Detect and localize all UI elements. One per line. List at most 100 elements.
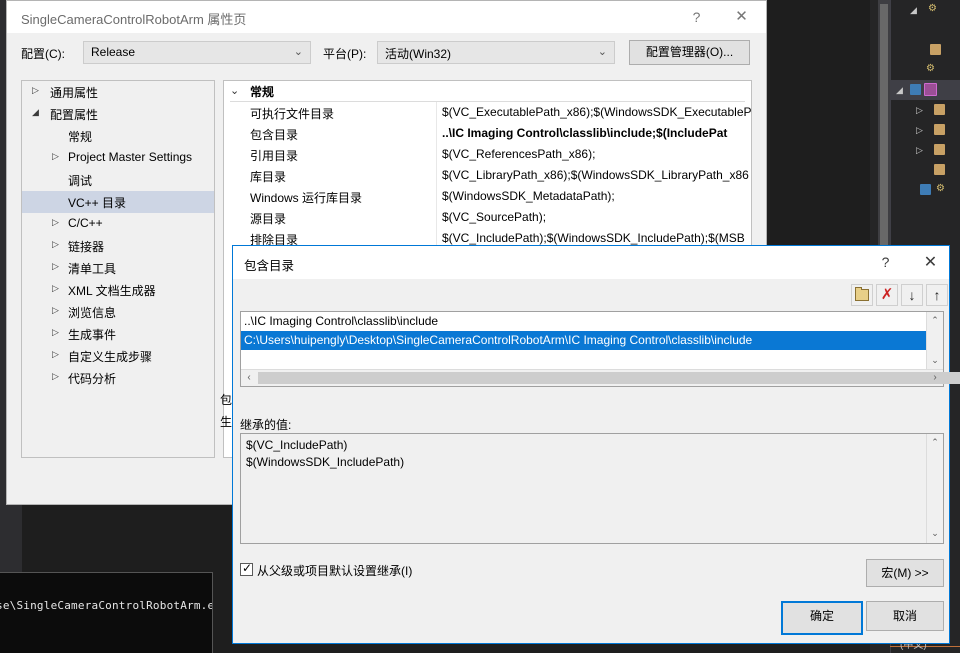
config-row: 配置(C): Release ⌄ 平台(P): 活动(Win32) ⌄ 配置管理… — [7, 33, 766, 73]
cancel-button-label: 取消 — [892, 609, 917, 623]
list-item[interactable]: ..\IC Imaging Control\classlib\include — [241, 312, 927, 331]
scroll-down-icon[interactable]: ⌄ — [927, 525, 943, 541]
listbox-horizontal-scrollbar[interactable]: ‹ › — [241, 369, 960, 386]
occluded-label-1: 包 — [220, 393, 233, 407]
list-item-selected[interactable]: C:\Users\huipengly\Desktop\SingleCameraC… — [241, 331, 927, 350]
tree-item-13[interactable]: ▷ 代码分析 — [22, 367, 214, 389]
property-value[interactable]: ..\IC Imaging Control\classlib\include;$… — [442, 126, 727, 140]
platform-label: 平台(P): — [323, 47, 367, 61]
scroll-right-icon[interactable]: › — [927, 370, 943, 386]
chevron-right-icon: ▷ — [52, 371, 59, 381]
hscroll-thumb[interactable] — [258, 372, 960, 384]
inherited-scrollbar[interactable]: ⌃ ⌄ — [926, 434, 943, 543]
chevron-right-icon: ▷ — [52, 327, 59, 337]
dialog-titlebar[interactable]: 包含目录 ? ✕ — [233, 246, 949, 279]
folder-icon — [930, 44, 941, 55]
console-output-line: se\SingleCameraControlRobotArm.exe — [0, 599, 213, 612]
tree-row[interactable]: ⚙ — [890, 60, 960, 80]
tree-item-10[interactable]: ▷ 浏览信息 — [22, 301, 214, 323]
property-value[interactable]: $(VC_ExecutablePath_x86);$(WindowsSDK_Ex… — [442, 105, 751, 119]
property-value[interactable]: $(VC_IncludePath);$(WindowsSDK_IncludePa… — [442, 231, 745, 245]
config-select[interactable]: Release ⌄ — [83, 41, 311, 64]
tree-item-label: 生成事件 — [68, 328, 117, 342]
folder-icon — [934, 144, 945, 155]
tree-row-selected[interactable]: ◢ — [890, 80, 960, 100]
tree-item-2[interactable]: 常规 — [22, 125, 214, 147]
property-value[interactable]: $(VC_ReferencesPath_x86); — [442, 147, 595, 161]
property-tree[interactable]: ▷ 通用属性 ◢ 配置属性 常规 ▷ Project Master Settin… — [21, 80, 215, 458]
tree-row[interactable]: ⚙ — [890, 180, 960, 200]
config-manager-button[interactable]: 配置管理器(O)... — [629, 40, 750, 65]
property-value[interactable]: $(VC_LibraryPath_x86);$(WindowsSDK_Libra… — [442, 168, 749, 182]
tree-row[interactable]: ◢ ⚙ — [890, 0, 960, 20]
tree-row[interactable]: ▷ — [890, 140, 960, 160]
property-group-header[interactable]: ⌄ 常规 — [224, 81, 751, 102]
tree-item-1[interactable]: ◢ 配置属性 — [22, 103, 214, 125]
divider — [436, 165, 437, 186]
tree-item-0[interactable]: ▷ 通用属性 — [22, 81, 214, 103]
listbox-vertical-scrollbar[interactable]: ⌃ ⌄ — [926, 312, 943, 369]
macros-button[interactable]: 宏(M) >> — [866, 559, 944, 587]
delete-button[interactable]: ✗ — [876, 284, 898, 306]
ok-button-label: 确定 — [809, 609, 834, 623]
folder-icon — [934, 164, 945, 175]
move-up-button[interactable]: ↑ — [926, 284, 948, 306]
ok-button[interactable]: 确定 — [781, 601, 863, 635]
checkmark-icon: ✓ — [242, 561, 253, 575]
tree-row[interactable]: ▷ — [890, 100, 960, 120]
chevron-down-icon: ⌄ — [293, 46, 303, 58]
dialog-title: 包含目录 — [244, 259, 295, 273]
tree-row[interactable] — [890, 20, 960, 40]
help-icon[interactable]: ? — [863, 246, 908, 279]
chevron-right-icon: ▷ — [52, 151, 59, 161]
directories-listbox[interactable]: ..\IC Imaging Control\classlib\include C… — [240, 311, 960, 387]
property-value[interactable]: $(VC_SourcePath); — [442, 210, 546, 224]
platform-select[interactable]: 活动(Win32) ⌄ — [377, 41, 615, 64]
scroll-left-icon[interactable]: ‹ — [241, 370, 257, 386]
config-label: 配置(C): — [21, 47, 65, 61]
tree-item-label: 常规 — [68, 130, 93, 144]
scroll-down-icon[interactable]: ⌄ — [927, 352, 943, 368]
inherited-values-label: 继承的值: — [240, 418, 292, 432]
property-row-0[interactable]: 可执行文件目录 $(VC_ExecutablePath_x86);$(Windo… — [224, 102, 751, 123]
property-value[interactable]: $(WindowsSDK_MetadataPath); — [442, 189, 615, 203]
tree-item-vcpp-directories[interactable]: VC++ 目录 — [22, 191, 214, 213]
tree-row[interactable] — [890, 40, 960, 60]
property-row-2[interactable]: 引用目录 $(VC_ReferencesPath_x86); — [224, 144, 751, 165]
tree-item-12[interactable]: ▷ 自定义生成步骤 — [22, 345, 214, 367]
tree-item-8[interactable]: ▷ 清单工具 — [22, 257, 214, 279]
property-row-5[interactable]: 源目录 $(VC_SourcePath); — [224, 207, 751, 228]
chevron-right-icon: ▷ — [52, 239, 59, 249]
property-row-include-directories[interactable]: 包含目录 ..\IC Imaging Control\classlib\incl… — [224, 123, 751, 144]
chevron-right-icon: ▷ — [52, 217, 59, 227]
tree-item-11[interactable]: ▷ 生成事件 — [22, 323, 214, 345]
inherit-checkbox-label: 从父级或项目默认设置继承(I) — [257, 564, 413, 578]
close-icon[interactable]: ✕ — [719, 1, 764, 33]
tree-item-label: 浏览信息 — [68, 306, 117, 320]
property-pages-titlebar[interactable]: SingleCameraControlRobotArm 属性页 ? ✕ — [7, 1, 766, 33]
scroll-up-icon[interactable]: ⌃ — [927, 434, 943, 450]
help-icon[interactable]: ? — [674, 1, 719, 33]
tree-item-9[interactable]: ▷ XML 文档生成器 — [22, 279, 214, 301]
tree-item-4[interactable]: 调试 — [22, 169, 214, 191]
class-icon — [924, 83, 937, 96]
property-row-4[interactable]: Windows 运行库目录 $(WindowsSDK_MetadataPath)… — [224, 186, 751, 207]
new-folder-button[interactable] — [851, 284, 873, 306]
tree-row[interactable]: ▷ — [890, 120, 960, 140]
tree-item-label: 清单工具 — [68, 262, 117, 276]
cancel-button[interactable]: 取消 — [866, 601, 944, 631]
property-row-3[interactable]: 库目录 $(VC_LibraryPath_x86);$(WindowsSDK_L… — [224, 165, 751, 186]
tree-item-label: 配置属性 — [50, 108, 99, 122]
tree-row[interactable] — [890, 160, 960, 180]
console-window[interactable]: se\SingleCameraControlRobotArm.exe — [0, 572, 213, 653]
inherit-checkbox[interactable]: ✓ — [240, 561, 253, 576]
scroll-up-icon[interactable]: ⌃ — [927, 312, 943, 328]
tree-item-7[interactable]: ▷ 链接器 — [22, 235, 214, 257]
chevron-down-icon: ◢ — [32, 107, 39, 117]
divider — [436, 102, 437, 123]
tree-item-3[interactable]: ▷ Project Master Settings — [22, 147, 214, 169]
tree-item-6[interactable]: ▷ C/C++ — [22, 213, 214, 235]
tree-item-label: VC++ 目录 — [68, 196, 127, 210]
move-down-button[interactable]: ↓ — [901, 284, 923, 306]
close-icon[interactable]: ✕ — [908, 246, 953, 279]
